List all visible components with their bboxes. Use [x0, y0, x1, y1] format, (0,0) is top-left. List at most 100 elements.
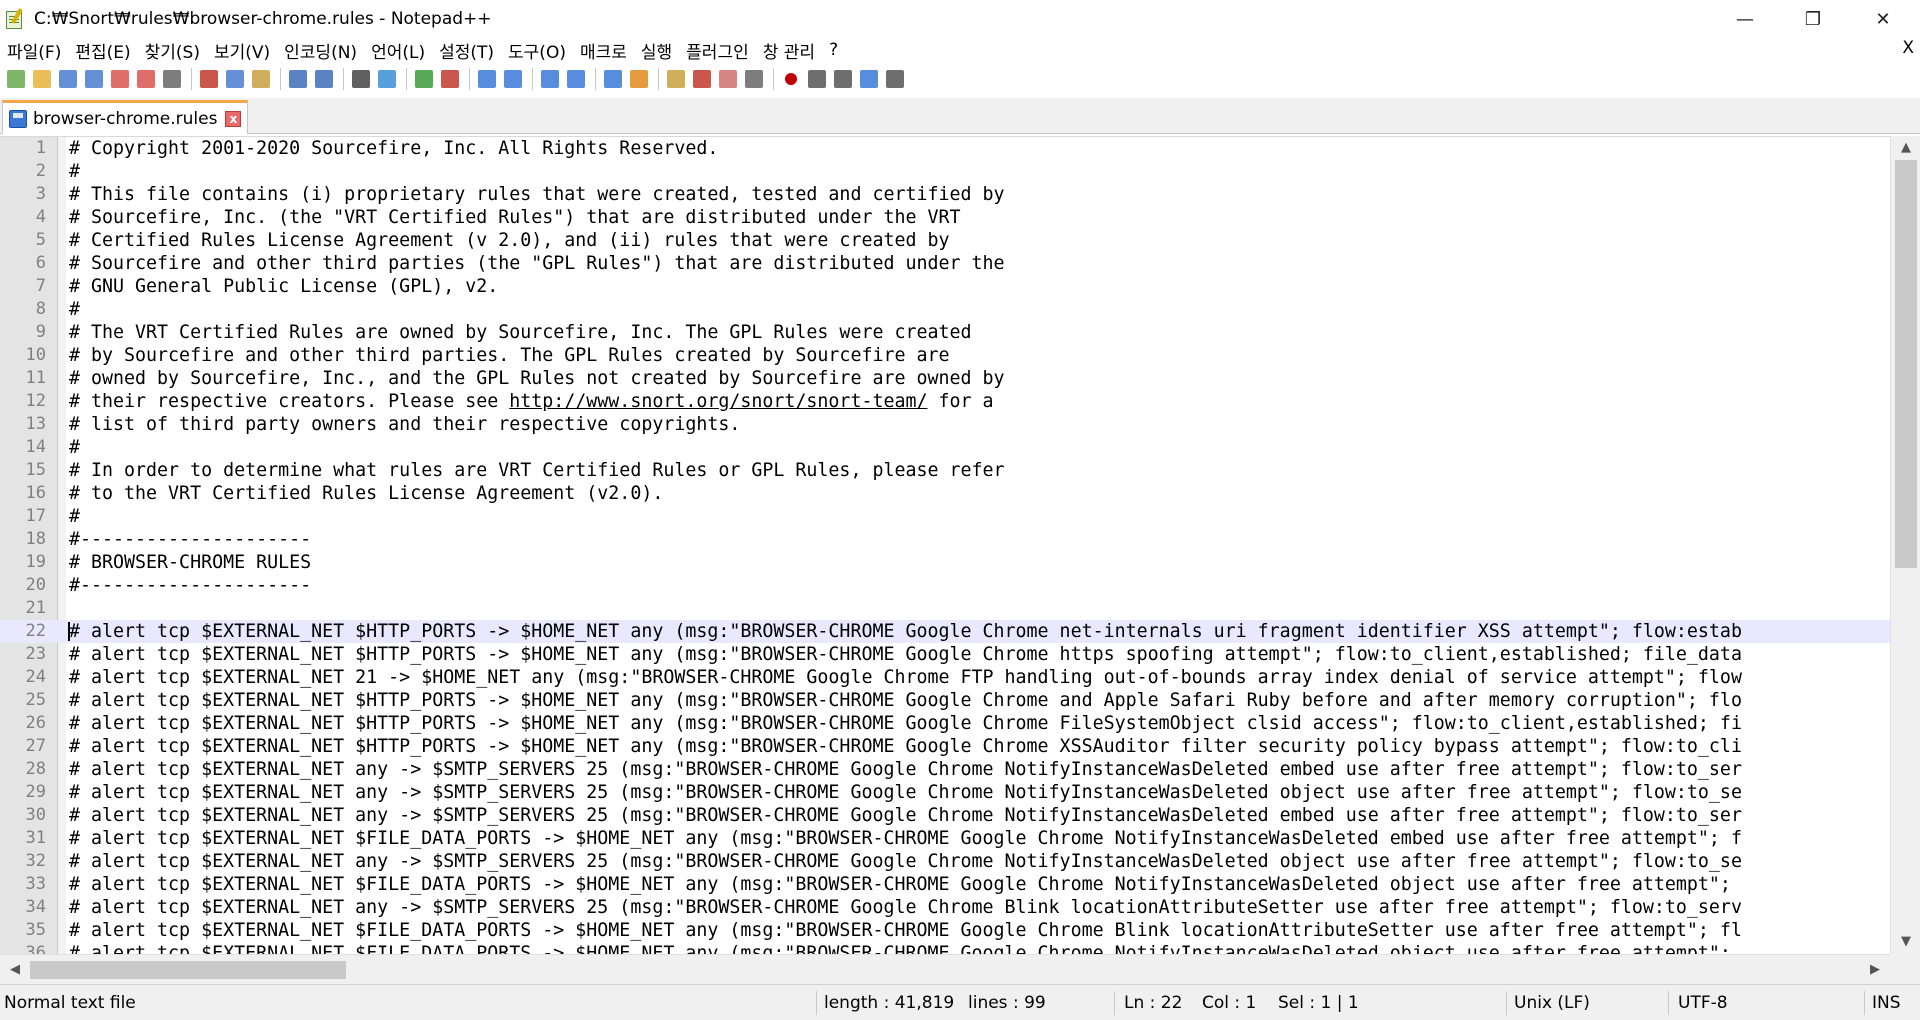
cut-icon[interactable]	[197, 67, 221, 91]
line-text[interactable]: # This file contains (i) proprietary rul…	[69, 183, 1005, 206]
menu-item-9[interactable]: 실행	[634, 38, 679, 63]
scroll-up-icon[interactable]: ▲	[1891, 136, 1920, 160]
close-all-icon[interactable]	[134, 67, 158, 91]
save-icon[interactable]	[56, 67, 80, 91]
hyperlink[interactable]: http://www.snort.org/snort/snort-team/	[509, 391, 927, 412]
print-icon[interactable]	[160, 67, 184, 91]
monitoring-icon[interactable]	[742, 67, 766, 91]
editor-line[interactable]: 20 #---------------------	[0, 574, 1890, 597]
vertical-scroll-thumb[interactable]	[1895, 160, 1917, 568]
line-text[interactable]: # BROWSER-CHROME RULES	[69, 551, 311, 574]
line-text[interactable]: # list of third party owners and their r…	[69, 413, 740, 436]
line-text[interactable]: # alert tcp $EXTERNAL_NET $HTTP_PORTS ->…	[69, 620, 1742, 643]
paste-icon[interactable]	[249, 67, 273, 91]
zoom-out-icon[interactable]	[438, 67, 462, 91]
editor-line[interactable]: 4 # Sourcefire, Inc. (the "VRT Certified …	[0, 206, 1890, 229]
indent-guide-icon[interactable]	[601, 67, 625, 91]
folder-as-workspace-icon[interactable]	[690, 67, 714, 91]
editor-line[interactable]: 6 # Sourcefire and other third parties (t…	[0, 252, 1890, 275]
editor-line[interactable]: 3 # This file contains (i) proprietary ru…	[0, 183, 1890, 206]
new-file-icon[interactable]	[4, 67, 28, 91]
save-all-icon[interactable]	[82, 67, 106, 91]
play-macro-icon[interactable]	[831, 67, 855, 91]
line-text[interactable]: # owned by Sourcefire, Inc., and the GPL…	[69, 367, 1005, 390]
editor-line[interactable]: 30 # alert tcp $EXTERNAL_NET any -> $SMTP…	[0, 804, 1890, 827]
horizontal-scroll-thumb[interactable]	[30, 961, 346, 979]
editor-line[interactable]: 28 # alert tcp $EXTERNAL_NET any -> $SMTP…	[0, 758, 1890, 781]
line-text[interactable]: # to the VRT Certified Rules License Agr…	[69, 482, 663, 505]
editor-line[interactable]: 7 # GNU General Public License (GPL), v2.	[0, 275, 1890, 298]
line-text[interactable]: # Copyright 2001-2020 Sourcefire, Inc. A…	[69, 137, 718, 160]
editor-line[interactable]: 23 # alert tcp $EXTERNAL_NET $HTTP_PORTS …	[0, 643, 1890, 666]
editor-line[interactable]: 10 # by Sourcefire and other third partie…	[0, 344, 1890, 367]
line-text[interactable]: # their respective creators. Please see …	[69, 390, 994, 413]
editor-line[interactable]: 24 # alert tcp $EXTERNAL_NET 21 -> $HOME_…	[0, 666, 1890, 689]
line-text[interactable]: # alert tcp $EXTERNAL_NET $FILE_DATA_POR…	[69, 942, 1731, 954]
restore-button[interactable]: ❐	[1778, 0, 1848, 38]
menu-item-8[interactable]: 매크로	[573, 38, 634, 63]
editor-line[interactable]: 34 # alert tcp $EXTERNAL_NET any -> $SMTP…	[0, 896, 1890, 919]
menu-item-6[interactable]: 설정(T)	[432, 38, 501, 63]
line-text[interactable]: # alert tcp $EXTERNAL_NET any -> $SMTP_S…	[69, 758, 1742, 781]
line-text[interactable]: #---------------------	[69, 574, 311, 597]
line-text[interactable]: # alert tcp $EXTERNAL_NET $FILE_DATA_POR…	[69, 919, 1742, 942]
menu-item-10[interactable]: 플러그인	[679, 38, 756, 63]
menu-item-3[interactable]: 보기(V)	[207, 38, 277, 63]
line-text[interactable]: # alert tcp $EXTERNAL_NET any -> $SMTP_S…	[69, 896, 1742, 919]
line-text[interactable]: # by Sourcefire and other third parties.…	[69, 344, 950, 367]
horizontal-scrollbar[interactable]: ◀ ▶	[0, 954, 1890, 984]
doc-list-icon[interactable]	[716, 67, 740, 91]
vertical-scrollbar[interactable]: ▲ ▼	[1890, 136, 1920, 954]
editor-line[interactable]: 14 #	[0, 436, 1890, 459]
status-insert-mode[interactable]: INS	[1872, 985, 1901, 1020]
line-text[interactable]: # Sourcefire and other third parties (th…	[69, 252, 1005, 275]
function-list-icon[interactable]	[664, 67, 688, 91]
scroll-left-icon[interactable]: ◀	[0, 955, 30, 985]
line-text[interactable]: #---------------------	[69, 528, 311, 551]
line-text[interactable]: # alert tcp $EXTERNAL_NET $HTTP_PORTS ->…	[69, 689, 1742, 712]
line-text[interactable]: # Certified Rules License Agreement (v 2…	[69, 229, 950, 252]
line-text[interactable]: #	[69, 505, 80, 528]
word-wrap-icon[interactable]	[538, 67, 562, 91]
editor-line[interactable]: 25 # alert tcp $EXTERNAL_NET $HTTP_PORTS …	[0, 689, 1890, 712]
tab-browser-chrome-rules[interactable]: browser-chrome.rules x	[2, 100, 248, 134]
close-icon[interactable]	[108, 67, 132, 91]
editor-line[interactable]: 21	[0, 597, 1890, 620]
line-text[interactable]: # GNU General Public License (GPL), v2.	[69, 275, 498, 298]
record-macro-icon[interactable]	[779, 67, 803, 91]
scroll-right-icon[interactable]: ▶	[1860, 955, 1890, 985]
open-file-icon[interactable]	[30, 67, 54, 91]
save-macro-icon[interactable]	[883, 67, 907, 91]
status-encoding[interactable]: UTF-8	[1678, 985, 1728, 1020]
editor-line[interactable]: 11 # owned by Sourcefire, Inc., and the G…	[0, 367, 1890, 390]
editor-line[interactable]: 33 # alert tcp $EXTERNAL_NET $FILE_DATA_P…	[0, 873, 1890, 896]
minimize-button[interactable]: —	[1710, 0, 1780, 38]
document-map-icon[interactable]	[627, 67, 651, 91]
editor-line[interactable]: 13 # list of third party owners and their…	[0, 413, 1890, 436]
scroll-down-icon[interactable]: ▼	[1891, 930, 1920, 954]
editor-line[interactable]: 15 # In order to determine what rules are…	[0, 459, 1890, 482]
zoom-in-icon[interactable]	[412, 67, 436, 91]
redo-icon[interactable]	[312, 67, 336, 91]
replace-icon[interactable]	[375, 67, 399, 91]
menu-item-2[interactable]: 찾기(S)	[138, 38, 207, 63]
line-text[interactable]: # alert tcp $EXTERNAL_NET $HTTP_PORTS ->…	[69, 712, 1742, 735]
editor-line[interactable]: 16 # to the VRT Certified Rules License A…	[0, 482, 1890, 505]
copy-icon[interactable]	[223, 67, 247, 91]
editor-line[interactable]: 1 # Copyright 2001-2020 Sourcefire, Inc. …	[0, 137, 1890, 160]
line-text[interactable]: # Sourcefire, Inc. (the "VRT Certified R…	[69, 206, 961, 229]
editor-line[interactable]: 17 #	[0, 505, 1890, 528]
editor-line[interactable]: 35 # alert tcp $EXTERNAL_NET $FILE_DATA_P…	[0, 919, 1890, 942]
line-text[interactable]: # The VRT Certified Rules are owned by S…	[69, 321, 972, 344]
sync-horizontal-icon[interactable]	[501, 67, 525, 91]
editor-line[interactable]: 12 # their respective creators. Please se…	[0, 390, 1890, 413]
menu-item-11[interactable]: 창 관리	[756, 38, 822, 63]
editor-line[interactable]: 2 #	[0, 160, 1890, 183]
line-text[interactable]: # alert tcp $EXTERNAL_NET 21 -> $HOME_NE…	[69, 666, 1742, 689]
line-text[interactable]: #	[69, 436, 80, 459]
menu-item-0[interactable]: 파일(F)	[0, 38, 68, 63]
sync-vertical-icon[interactable]	[475, 67, 499, 91]
line-text[interactable]: # alert tcp $EXTERNAL_NET $FILE_DATA_POR…	[69, 873, 1731, 896]
line-text[interactable]: # alert tcp $EXTERNAL_NET any -> $SMTP_S…	[69, 781, 1742, 804]
stop-record-icon[interactable]	[805, 67, 829, 91]
